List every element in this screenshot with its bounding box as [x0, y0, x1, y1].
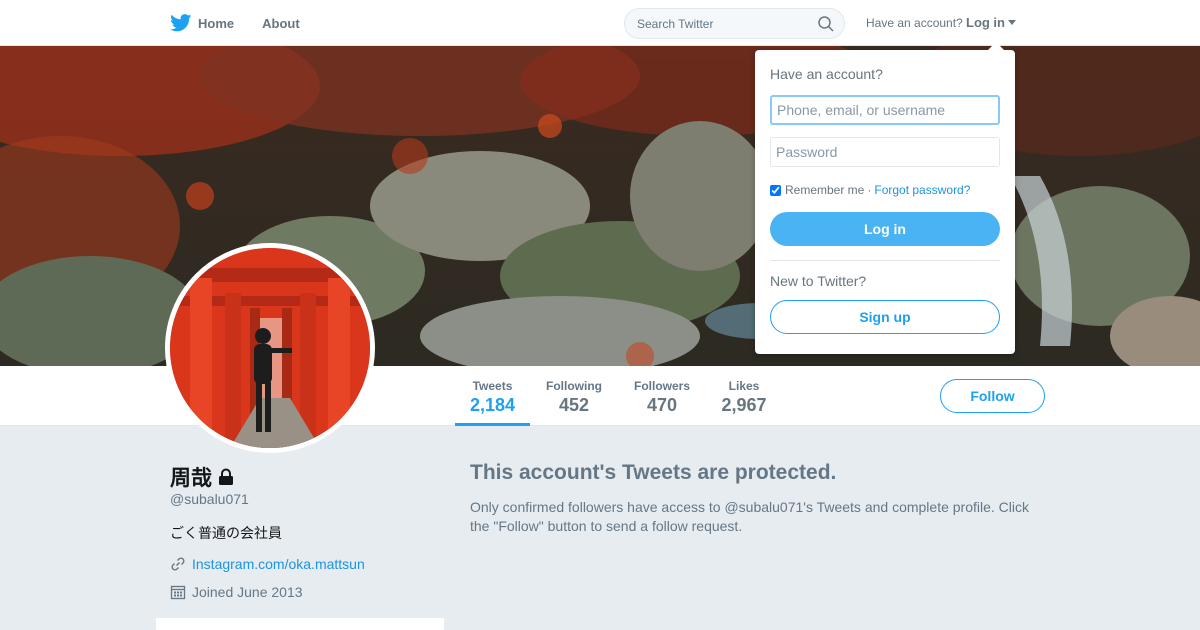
stat-value: 470 — [646, 395, 678, 415]
sidebar-card — [156, 618, 444, 630]
signup-button[interactable]: Sign up — [770, 300, 1000, 334]
nav-home-label: Home — [198, 15, 235, 31]
search-icon[interactable] — [818, 16, 834, 32]
nav-home[interactable]: Home — [170, 14, 234, 32]
stat-label: Likes — [728, 379, 760, 393]
remember-me-label[interactable]: Remember me — [785, 183, 864, 197]
profile-website-link[interactable]: Instagram.com/oka.mattsun — [192, 556, 365, 572]
new-to-twitter-heading: New to Twitter? — [770, 273, 867, 289]
separator: · — [867, 183, 872, 197]
profile-bio: ごく普通の会社員 — [170, 525, 282, 541]
profile-website-row: Instagram.com/oka.mattsun — [170, 556, 365, 572]
login-heading: Have an account? — [770, 66, 883, 82]
link-icon — [171, 557, 185, 571]
stat-value: 452 — [558, 395, 590, 415]
nav-about[interactable]: About — [262, 16, 300, 31]
stat-tweets[interactable]: Tweets 2,184 — [455, 366, 530, 426]
login-button[interactable]: Log in — [770, 212, 1000, 246]
stat-label: Following — [546, 379, 602, 393]
search-box — [624, 8, 845, 39]
remember-me-checkbox[interactable] — [770, 184, 781, 196]
profile-name-row: 周哉 — [170, 462, 235, 492]
stat-value: 2,184 — [469, 395, 516, 415]
calendar-icon — [170, 585, 186, 600]
avatar[interactable] — [165, 243, 375, 453]
twitter-bird-icon — [170, 14, 192, 32]
forgot-password-link[interactable]: Forgot password? — [874, 183, 970, 197]
nav-about-label: About — [262, 15, 300, 31]
stat-followers[interactable]: Followers 470 — [628, 366, 696, 426]
follow-button[interactable]: Follow — [940, 379, 1045, 413]
avatar-image — [170, 248, 370, 448]
login-dropdown: Have an account? Remember me · Forgot pa… — [755, 50, 1015, 354]
nav-left: Home About — [170, 0, 328, 46]
stat-value: 2,967 — [721, 395, 767, 415]
profile-handle[interactable]: @subalu071 — [170, 491, 249, 507]
stat-label: Tweets — [472, 379, 513, 393]
protected-message: Only confirmed followers have access to … — [470, 499, 1030, 534]
lock-icon — [219, 468, 233, 485]
remember-row: Remember me · Forgot password? — [770, 183, 970, 197]
protected-title: This account's Tweets are protected. — [470, 461, 837, 484]
top-navigation: Home About Have an account? Log in — [0, 0, 1200, 46]
stat-following[interactable]: Following 452 — [540, 366, 608, 426]
dropdown-divider — [770, 260, 1000, 261]
have-account-text: Have an account? — [866, 16, 963, 30]
caret-down-icon — [1008, 20, 1016, 25]
dropdown-arrow — [987, 42, 1005, 51]
password-field[interactable] — [770, 137, 1000, 167]
search-input[interactable] — [625, 9, 805, 38]
username-field[interactable] — [770, 95, 1000, 125]
profile-joined-row: Joined June 2013 — [170, 584, 303, 600]
stat-likes[interactable]: Likes 2,967 — [716, 366, 772, 426]
login-dropdown-toggle[interactable]: Log in — [966, 15, 1016, 30]
profile-joined-date: Joined June 2013 — [192, 584, 303, 600]
login-toggle-label: Log in — [966, 15, 1005, 30]
stat-label: Followers — [633, 379, 690, 393]
profile-name: 周哉 — [170, 467, 212, 490]
